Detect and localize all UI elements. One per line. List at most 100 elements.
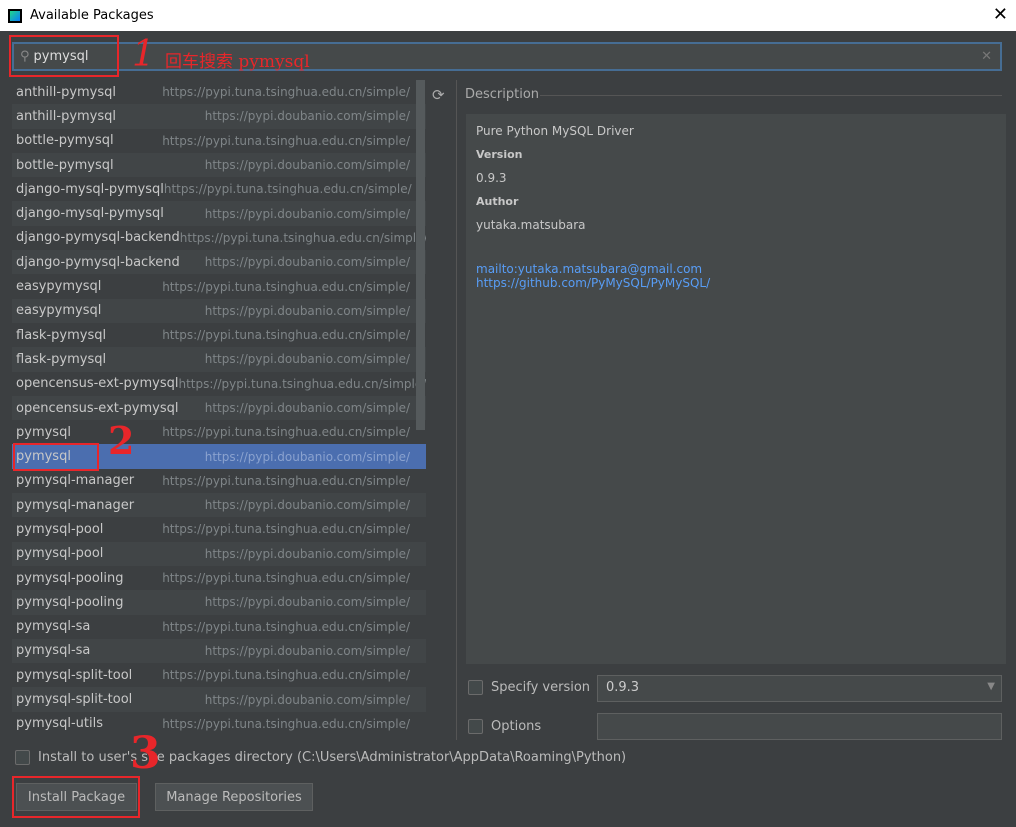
package-name: pymysql-pool xyxy=(16,521,104,537)
pycharm-icon xyxy=(8,8,22,23)
package-name: bottle-pymysql xyxy=(16,157,114,173)
package-row[interactable]: pymysql-pool https://pypi.tuna.tsinghua.e… xyxy=(12,517,426,542)
refresh-icon[interactable]: ⟳ xyxy=(432,86,445,104)
specify-version-label: Specify version xyxy=(491,680,591,695)
package-list[interactable]: anthill-pymysql https://pypi.tuna.tsinghu… xyxy=(12,80,426,736)
package-name: flask-pymysql xyxy=(16,327,107,343)
package-row[interactable]: django-mysql-pymysql https://pypi.tuna.ts… xyxy=(12,177,426,202)
package-repo-url: https://pypi.tuna.tsinghua.edu.cn/simple… xyxy=(162,425,410,440)
package-row[interactable]: pymysql-utils https://pypi.tuna.tsinghua.… xyxy=(12,711,426,736)
package-name: easypymysql xyxy=(16,303,102,319)
package-row[interactable]: pymysql-manager https://pypi.doubanio.com… xyxy=(12,493,426,518)
close-icon[interactable]: ✕ xyxy=(993,4,1008,25)
annotation-hint: 回车搜索 pymysql xyxy=(165,52,310,72)
package-name: django-mysql-pymysql xyxy=(16,206,164,222)
package-row[interactable]: bottle-pymysql https://pypi.doubanio.com/… xyxy=(12,152,426,178)
package-repo-url: https://pypi.doubanio.com/simple/ xyxy=(204,449,410,464)
package-repo-url: https://pypi.doubanio.com/simple/ xyxy=(204,595,410,610)
package-row[interactable]: django-pymysql-backend https://pypi.tuna.… xyxy=(12,225,426,251)
list-scrollbar[interactable] xyxy=(416,80,425,430)
package-repo-url: https://pypi.tuna.tsinghua.edu.cn/simple… xyxy=(162,328,410,343)
search-input[interactable]: ⚲ pymysql ✕ xyxy=(12,42,1002,71)
description-label: Description xyxy=(465,87,540,102)
package-repo-url: https://pypi.doubanio.com/simple/ xyxy=(204,692,410,707)
author-label: Author xyxy=(476,195,519,208)
package-row[interactable]: pymysql-pooling https://pypi.tuna.tsinghu… xyxy=(12,565,426,591)
package-name: easypymysql xyxy=(16,279,102,295)
package-name: pymysql-utils xyxy=(16,716,103,732)
checkbox[interactable] xyxy=(468,719,483,734)
package-row[interactable]: pymysql-sa https://pypi.doubanio.com/simp… xyxy=(12,638,426,664)
package-name: pymysql-manager xyxy=(16,473,135,489)
package-repo-url: https://pypi.tuna.tsinghua.edu.cn/simple… xyxy=(162,716,410,731)
package-row[interactable]: anthill-pymysql https://pypi.doubanio.com… xyxy=(12,104,426,129)
package-name: django-mysql-pymysql xyxy=(16,181,164,197)
divider xyxy=(456,80,457,740)
package-row[interactable]: pymysql-manager https://pypi.tuna.tsinghu… xyxy=(12,468,426,494)
version-value: 0.9.3 xyxy=(476,171,507,185)
chevron-down-icon: ▼ xyxy=(987,681,995,692)
package-name: pymysql-pooling xyxy=(16,594,124,610)
package-name: anthill-pymysql xyxy=(16,84,117,100)
package-repo-url: https://pypi.tuna.tsinghua.edu.cn/simple… xyxy=(179,230,426,245)
divider xyxy=(540,95,1002,96)
package-row[interactable]: pymysql-pooling https://pypi.doubanio.com… xyxy=(12,590,426,615)
package-row[interactable]: django-pymysql-backend https://pypi.douba… xyxy=(12,250,426,275)
annotation-step-2: 2 xyxy=(108,418,135,463)
options-checkbox[interactable]: Options xyxy=(468,719,541,734)
package-repo-url: https://pypi.tuna.tsinghua.edu.cn/simple… xyxy=(162,279,410,294)
site-install-label: Install to user's site packages director… xyxy=(38,750,627,765)
package-name: pymysql-split-tool xyxy=(16,692,133,708)
github-link[interactable]: https://github.com/PyMySQL/PyMySQL/ xyxy=(476,276,996,290)
package-row[interactable]: pymysql-pool https://pypi.doubanio.com/si… xyxy=(12,541,426,566)
package-row[interactable]: opencensus-ext-pymysql https://pypi.douba… xyxy=(12,395,426,421)
package-name: anthill-pymysql xyxy=(16,108,117,124)
version-label: Version xyxy=(476,148,523,161)
options-label: Options xyxy=(491,719,542,734)
package-repo-url: https://pypi.tuna.tsinghua.edu.cn/simple… xyxy=(162,522,410,537)
checkbox[interactable] xyxy=(468,680,483,695)
package-name: django-pymysql-backend xyxy=(16,230,180,246)
package-repo-url: https://pypi.doubanio.com/simple/ xyxy=(204,498,410,513)
manage-repositories-button[interactable]: Manage Repositories xyxy=(155,783,313,811)
version-select-value: 0.9.3 xyxy=(606,680,640,695)
package-name: pymysql-manager xyxy=(16,497,135,513)
annotation-box-pymysql xyxy=(13,443,99,471)
package-name: pymysql-sa xyxy=(16,619,91,635)
package-name: flask-pymysql xyxy=(16,351,107,367)
package-row[interactable]: flask-pymysql https://pypi.tuna.tsinghua.… xyxy=(12,322,426,348)
package-summary: Pure Python MySQL Driver xyxy=(476,124,634,138)
package-row[interactable]: pymysql-sa https://pypi.tuna.tsinghua.edu… xyxy=(12,614,426,639)
package-repo-url: https://pypi.tuna.tsinghua.edu.cn/simple… xyxy=(163,182,412,197)
site-install-checkbox[interactable]: Install to user's site packages director… xyxy=(15,750,626,765)
package-row[interactable]: bottle-pymysql https://pypi.tuna.tsinghua… xyxy=(12,128,426,153)
title-bar: Available Packages ✕ xyxy=(0,0,1016,31)
author-value: yutaka.matsubara xyxy=(476,218,586,232)
checkbox[interactable] xyxy=(15,750,30,765)
package-repo-url: https://pypi.tuna.tsinghua.edu.cn/simple… xyxy=(162,85,410,100)
package-row[interactable]: pymysql-split-tool https://pypi.doubanio.… xyxy=(12,687,426,712)
package-row[interactable]: easypymysql https://pypi.doubanio.com/sim… xyxy=(12,298,426,323)
specify-version-checkbox[interactable]: Specify version xyxy=(468,680,590,695)
package-name: pymysql-split-tool xyxy=(16,667,133,683)
package-name: django-pymysql-backend xyxy=(16,254,180,270)
package-name: pymysql-pooling xyxy=(16,570,124,586)
package-row[interactable]: opencensus-ext-pymysql https://pypi.tuna.… xyxy=(12,371,426,396)
package-row[interactable]: anthill-pymysql https://pypi.tuna.tsinghu… xyxy=(12,80,426,105)
annotation-step-1: 1 xyxy=(132,34,155,75)
package-name: pymysql xyxy=(16,424,71,440)
package-row[interactable]: django-mysql-pymysql https://pypi.doubani… xyxy=(12,201,426,226)
email-link[interactable]: mailto:yutaka.matsubara@gmail.com xyxy=(476,262,996,276)
package-repo-url: https://pypi.tuna.tsinghua.edu.cn/simple… xyxy=(162,668,410,683)
window-title: Available Packages xyxy=(30,8,154,23)
package-repo-url: https://pypi.doubanio.com/simple/ xyxy=(204,352,410,367)
package-repo-url: https://pypi.tuna.tsinghua.edu.cn/simple… xyxy=(162,619,410,634)
package-row[interactable]: pymysql https://pypi.tuna.tsinghua.edu.cn… xyxy=(12,420,426,445)
package-row[interactable]: easypymysql https://pypi.tuna.tsinghua.ed… xyxy=(12,274,426,299)
options-input[interactable] xyxy=(597,713,1002,740)
version-select[interactable]: 0.9.3 ▼ xyxy=(597,675,1002,702)
package-row[interactable]: pymysql-split-tool https://pypi.tuna.tsin… xyxy=(12,663,426,688)
package-row[interactable]: flask-pymysql https://pypi.doubanio.com/s… xyxy=(12,347,426,372)
clear-search-icon[interactable]: ✕ xyxy=(981,49,992,64)
package-name: opencensus-ext-pymysql xyxy=(16,400,179,416)
